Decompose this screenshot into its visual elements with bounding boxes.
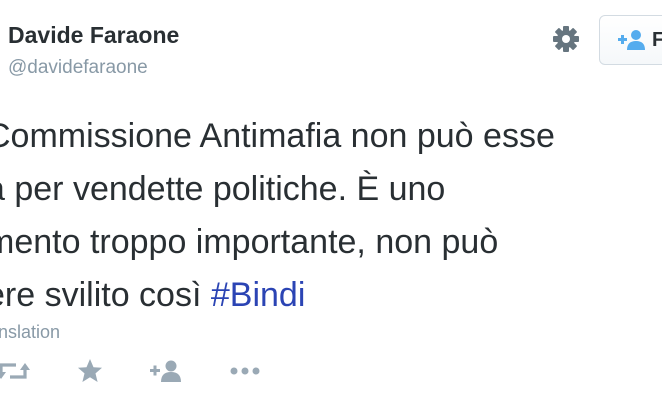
- hashtag-link[interactable]: #Bindi: [211, 276, 306, 314]
- retweet-icon[interactable]: [0, 358, 30, 384]
- user-handle[interactable]: @davidefaraone: [8, 57, 148, 79]
- more-dots-icon[interactable]: [230, 358, 260, 384]
- tweet-line-last: ere svilito così #Bindi: [0, 269, 662, 322]
- translation-link[interactable]: anslation: [0, 322, 60, 343]
- tweet-line-text: ere svilito così: [0, 276, 211, 314]
- tweet-line: Commissione Antimafia non può esse: [0, 117, 555, 155]
- display-name[interactable]: Davide Faraone: [8, 22, 179, 49]
- add-user-icon[interactable]: [150, 358, 182, 384]
- tweet-text: Commissione Antimafia non può esse a per…: [0, 110, 662, 322]
- follow-button[interactable]: F: [599, 15, 662, 65]
- gear-icon[interactable]: [551, 24, 581, 54]
- tweet-line: a per vendette politiche. È uno: [0, 170, 446, 208]
- star-icon[interactable]: [77, 358, 103, 384]
- tweet-line: mento troppo importante, non può: [0, 223, 499, 261]
- add-user-icon: [618, 30, 645, 50]
- follow-button-label: F: [652, 28, 662, 51]
